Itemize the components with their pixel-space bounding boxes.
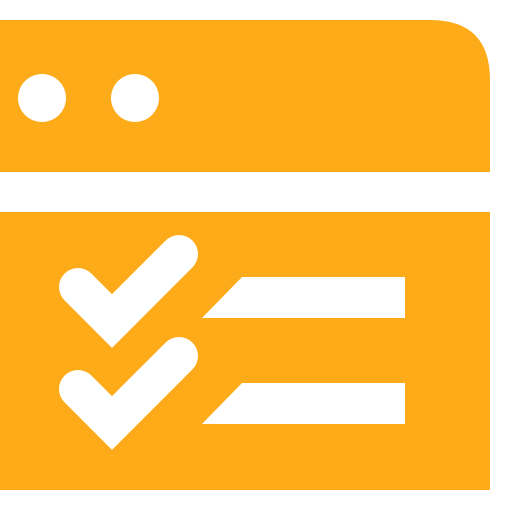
window-control-dot-1 (18, 74, 66, 122)
browser-checklist-icon (0, 20, 490, 490)
window-body (0, 212, 490, 490)
window-control-dot-2 (111, 74, 159, 122)
window-title-bar (0, 20, 490, 172)
canvas (0, 0, 512, 512)
